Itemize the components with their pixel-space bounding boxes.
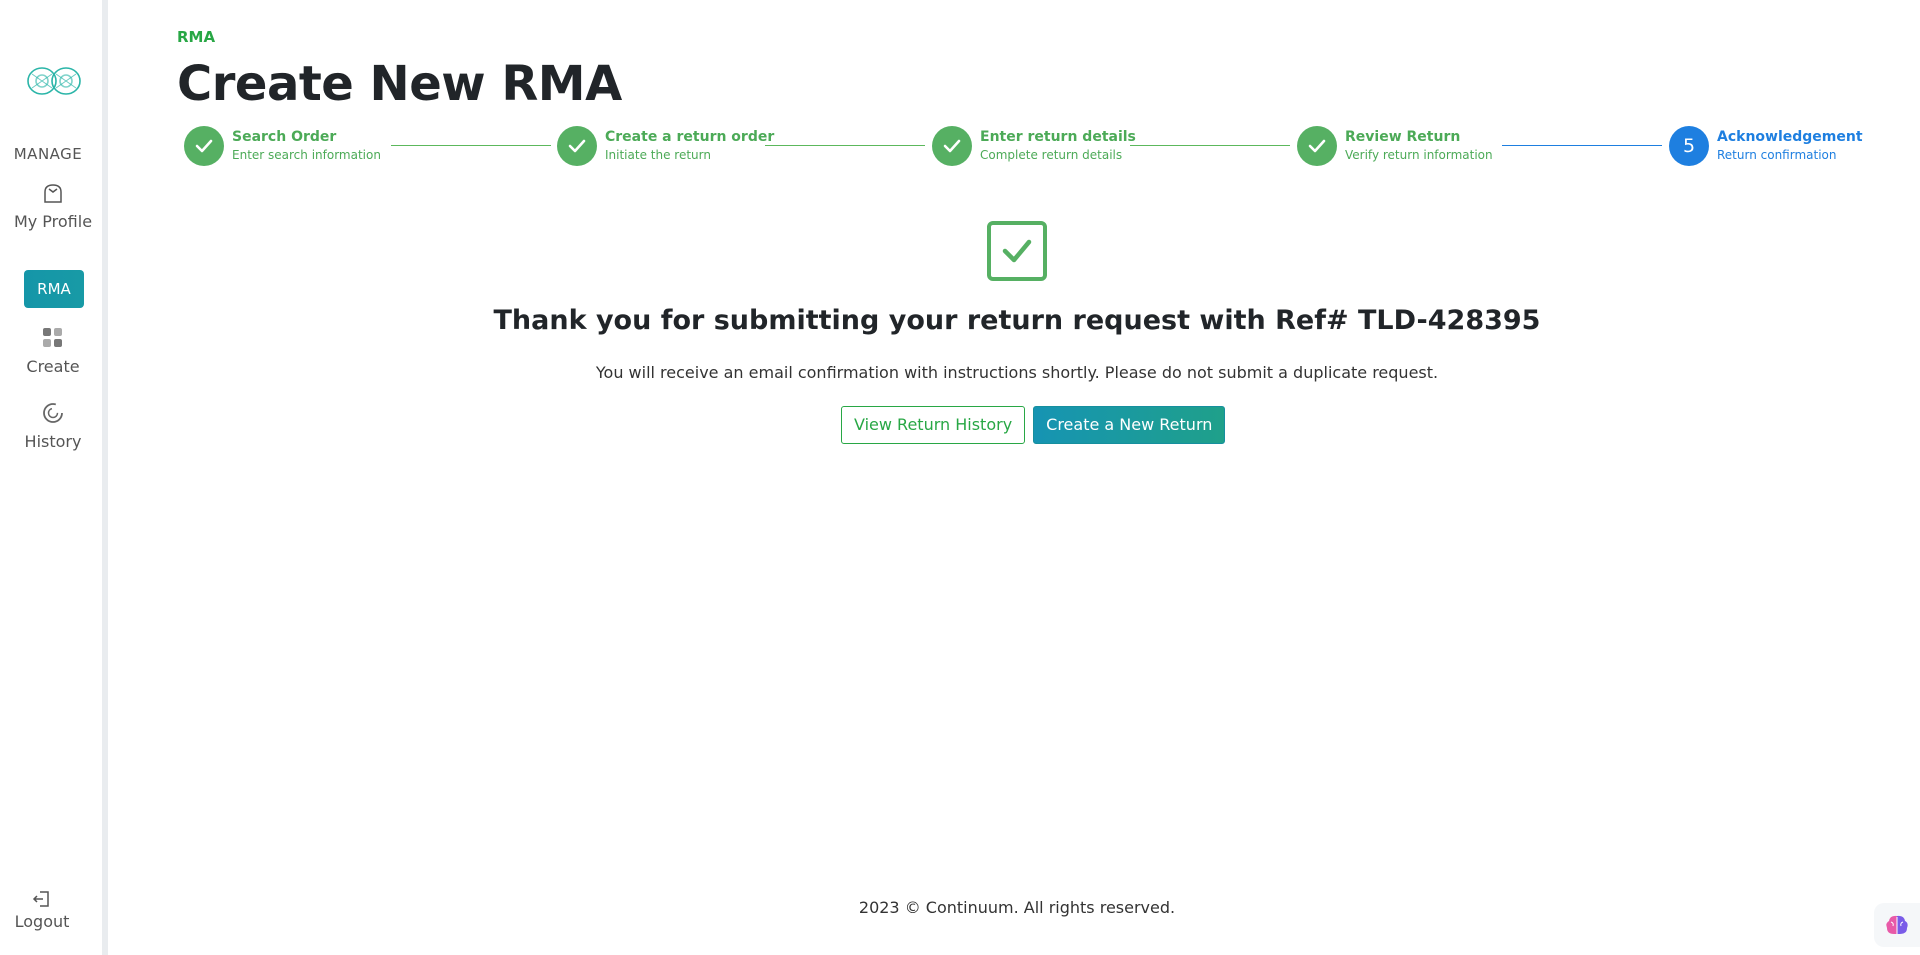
- step-subtitle: Enter search information: [232, 148, 381, 162]
- grid-icon: [40, 325, 66, 351]
- nav-create[interactable]: Create: [0, 325, 106, 376]
- step-create-return-order[interactable]: Create a return order Initiate the retur…: [557, 124, 774, 168]
- check-icon: [184, 126, 224, 166]
- history-icon: [40, 400, 66, 426]
- step-connector: [765, 145, 925, 146]
- nav-rma-badge[interactable]: RMA: [24, 270, 84, 308]
- step-subtitle: Verify return information: [1345, 148, 1493, 162]
- page-title: Create New RMA: [177, 56, 622, 112]
- logout-button[interactable]: Logout: [0, 888, 84, 931]
- success-check-icon: [987, 221, 1047, 281]
- logout-icon: [31, 888, 53, 910]
- action-buttons: View Return History Create a New Return: [841, 406, 1226, 444]
- continuum-logo[interactable]: [24, 62, 84, 100]
- nav-history-label: History: [24, 432, 82, 451]
- nav-my-profile[interactable]: My Profile: [0, 180, 106, 231]
- step-connector: [1502, 145, 1662, 146]
- step-enter-return-details[interactable]: Enter return details Complete return det…: [932, 124, 1136, 168]
- assistant-brain-icon[interactable]: [1874, 903, 1920, 947]
- confirmation-note: You will receive an email confirmation w…: [595, 363, 1439, 382]
- step-title: Enter return details: [980, 129, 1136, 145]
- nav-history[interactable]: History: [0, 400, 106, 451]
- step-title: Acknowledgement: [1717, 129, 1863, 145]
- check-icon: [1297, 126, 1337, 166]
- step-subtitle: Initiate the return: [605, 148, 711, 162]
- step-number-badge: 5: [1669, 126, 1709, 166]
- progress-stepper: Search Order Enter search information Cr…: [184, 124, 1884, 168]
- main-content: RMA Create New RMA Search Order Enter se…: [114, 0, 1920, 955]
- logout-label: Logout: [14, 912, 70, 931]
- view-return-history-button[interactable]: View Return History: [841, 406, 1026, 444]
- step-title: Create a return order: [605, 129, 775, 145]
- sidebar: MANAGE My Profile RMA Create History Log…: [0, 0, 108, 955]
- step-title: Search Order: [232, 129, 337, 145]
- create-new-return-button[interactable]: Create a New Return: [1033, 406, 1226, 444]
- step-connector: [391, 145, 551, 146]
- footer-copyright: 2023 © Continuum. All rights reserved.: [858, 898, 1176, 917]
- breadcrumb: RMA: [177, 28, 216, 46]
- step-title: Review Return: [1345, 129, 1461, 145]
- nav-my-profile-label: My Profile: [13, 212, 93, 231]
- step-acknowledgement[interactable]: 5 Acknowledgement Return confirmation: [1669, 124, 1863, 168]
- nav-create-label: Create: [26, 357, 80, 376]
- step-subtitle: Complete return details: [980, 148, 1123, 162]
- step-review-return[interactable]: Review Return Verify return information: [1297, 124, 1493, 168]
- step-subtitle: Return confirmation: [1717, 148, 1837, 162]
- step-connector: [1130, 145, 1290, 146]
- manage-section-label: MANAGE: [13, 145, 83, 163]
- profile-icon: [40, 180, 66, 206]
- check-icon: [557, 126, 597, 166]
- check-icon: [932, 126, 972, 166]
- confirmation-heading: Thank you for submitting your return req…: [493, 305, 1541, 336]
- step-search-order[interactable]: Search Order Enter search information: [184, 124, 381, 168]
